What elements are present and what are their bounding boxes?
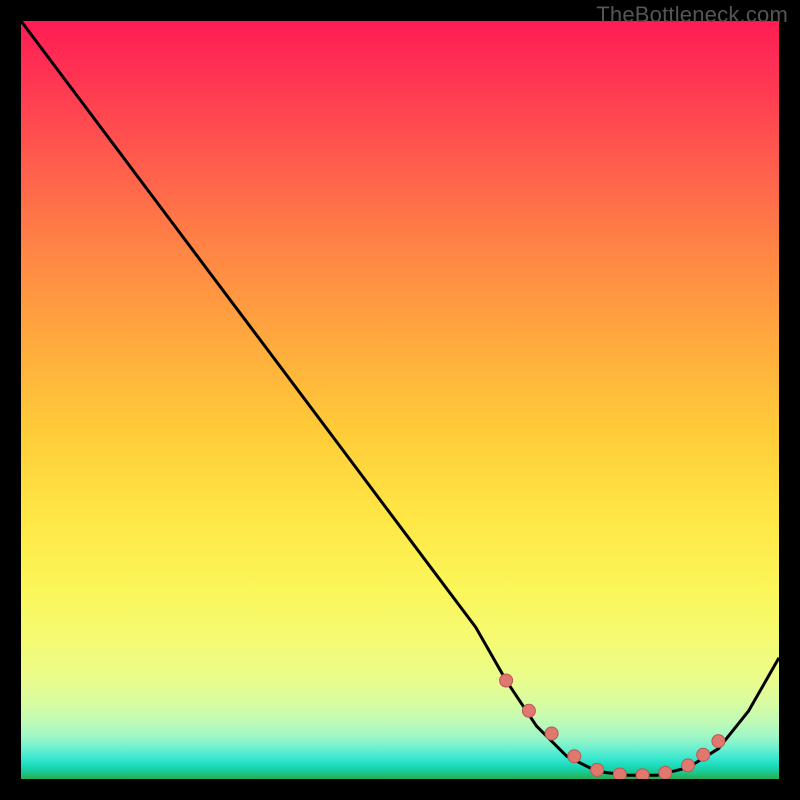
highlight-marker (500, 674, 513, 687)
bottleneck-curve-svg (21, 21, 779, 779)
highlight-marker (591, 763, 604, 776)
highlight-marker (522, 704, 535, 717)
chart-frame: TheBottleneck.com (0, 0, 800, 800)
marker-group (500, 674, 725, 779)
highlight-marker (682, 759, 695, 772)
highlight-marker (545, 727, 558, 740)
highlight-marker (697, 748, 710, 761)
highlight-marker (613, 768, 626, 779)
watermark-text: TheBottleneck.com (596, 2, 788, 28)
highlight-marker (659, 766, 672, 779)
bottleneck-curve-path (21, 21, 779, 775)
chart-plot-area (21, 21, 779, 779)
highlight-marker (636, 769, 649, 779)
highlight-marker (712, 735, 725, 748)
highlight-marker (568, 750, 581, 763)
